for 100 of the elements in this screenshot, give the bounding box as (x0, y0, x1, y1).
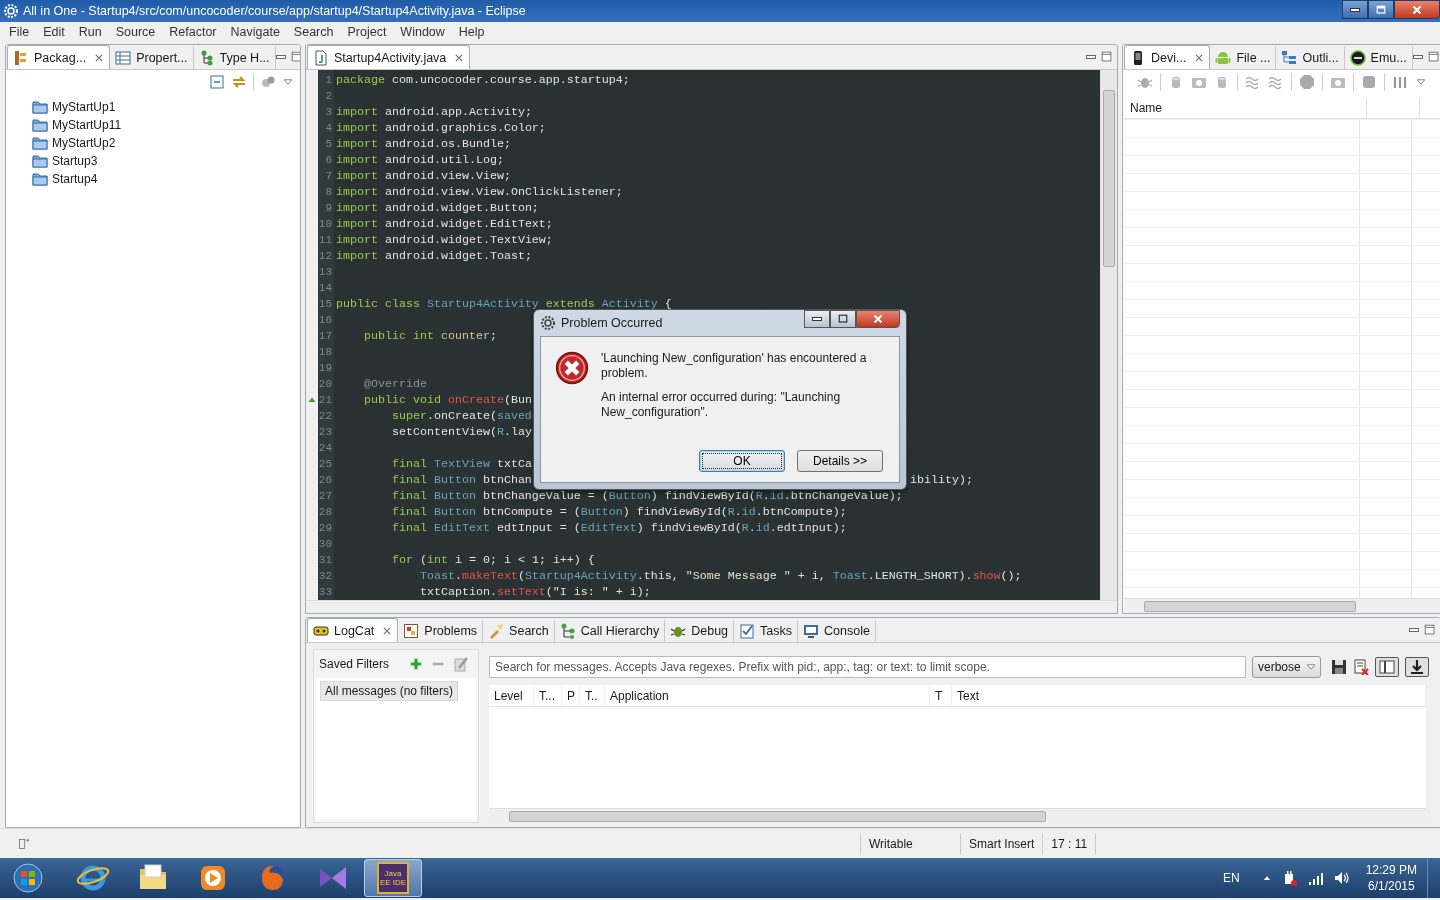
problems-icon (403, 623, 420, 639)
dropdown-icon[interactable] (1415, 76, 1427, 88)
clock[interactable]: 12:29 PM 6/1/2015 (1365, 862, 1417, 894)
dialog-button[interactable]: Details >> (797, 450, 883, 472)
folder-icon (32, 153, 48, 169)
menu-item[interactable]: Navigate (223, 25, 287, 39)
caret-icon (1305, 661, 1317, 673)
maximize-button[interactable] (1368, 0, 1394, 19)
vertical-scrollbar[interactable] (1100, 70, 1117, 600)
maximize-button[interactable] (830, 310, 856, 328)
code-line: public class Startup4Activity extends Activity { (336, 297, 672, 311)
save-icon[interactable] (1331, 659, 1347, 675)
collapse-all-icon[interactable] (209, 74, 225, 90)
minimize-button[interactable] (1342, 0, 1368, 19)
filters-title: Saved Filters (319, 657, 390, 671)
dots-icon[interactable] (260, 74, 276, 90)
column-header[interactable]: P (562, 685, 580, 706)
code-line: import android.view.View.OnClickListener; (336, 185, 623, 199)
line-number: 17 (318, 329, 333, 344)
status-field: Smart Insert (961, 832, 1044, 855)
error-detail: An internal error occurred during: "Launching New_configuration". (601, 390, 842, 420)
line-number: 30 (318, 537, 333, 552)
line-number: 22 (318, 409, 333, 424)
tree-item[interactable]: MyStartUp2 (52, 136, 116, 150)
tree-item[interactable]: Startup4 (52, 172, 98, 186)
column-header[interactable]: Level (489, 685, 534, 706)
search-field[interactable]: Search for messages. Accepts Java regexes. Prefix with pid:, app:, tag: or text: to limit scope. (489, 656, 1246, 678)
status-field: 17 : 11 (1043, 832, 1097, 855)
panel-tab[interactable]: Devi... (1124, 45, 1211, 69)
block-icon[interactable] (1361, 74, 1377, 90)
code-line: txtCaption.setText("I is: " + i); (418, 585, 651, 599)
code-line: import android.widget.Toast; (336, 249, 532, 263)
line-number: 9 (324, 201, 333, 216)
wave-icon[interactable] (1245, 74, 1261, 90)
line-number: 14 (318, 281, 333, 296)
maximize-icon (837, 313, 849, 325)
column-header[interactable]: Application (605, 685, 930, 706)
dialog-button[interactable]: OK (699, 450, 785, 472)
maximize-icon[interactable] (1100, 50, 1114, 64)
menu-item[interactable]: Refactor (162, 25, 224, 39)
error-icon (555, 351, 589, 385)
hierarchy-icon (559, 623, 576, 639)
column-header[interactable]: T.. (580, 685, 605, 706)
close-button[interactable] (856, 310, 900, 328)
editor-tab[interactable]: Startup4Activity.java (307, 45, 471, 69)
add-icon[interactable] (409, 657, 424, 671)
toggle-panes-button[interactable] (1375, 657, 1399, 677)
column-header[interactable]: T... (534, 685, 562, 706)
menu-item[interactable]: Window (393, 25, 452, 39)
menu-item[interactable]: Search (286, 25, 341, 39)
tree-item[interactable]: MyStartUp1 (52, 100, 116, 114)
maximize-icon[interactable] (289, 50, 300, 64)
view-menu-icon[interactable] (282, 76, 294, 88)
column-header[interactable]: T (930, 685, 952, 706)
gear-icon (540, 315, 556, 331)
level-dropdown[interactable]: verbose (1252, 656, 1321, 678)
close-icon[interactable] (1194, 52, 1205, 63)
stop-icon[interactable] (1299, 74, 1315, 90)
maximize-icon[interactable] (1422, 623, 1437, 637)
maximize-icon[interactable] (1426, 50, 1440, 64)
horizontal-scrollbar[interactable] (1124, 598, 1440, 613)
scroll-lock-button[interactable] (1405, 657, 1429, 677)
column-header[interactable]: Text (952, 685, 1426, 706)
quick-access-icon[interactable] (18, 837, 30, 850)
column-header[interactable]: Name (1124, 98, 1367, 118)
line-number: 11 (318, 233, 333, 248)
signal-icon[interactable] (1307, 870, 1324, 886)
bars-icon[interactable] (1392, 74, 1408, 90)
panel-tab[interactable]: LogCat (307, 618, 399, 642)
line-number: 18 (318, 345, 333, 360)
taskbar-app[interactable]: Java EE IDE (364, 859, 422, 897)
line-number: 15 (318, 297, 333, 312)
menu-item[interactable]: Run (71, 25, 109, 39)
panel-tab[interactable]: Packag... (7, 45, 111, 69)
wave-icon[interactable] (1268, 74, 1284, 90)
close-button[interactable] (1394, 0, 1440, 19)
minimize-button[interactable] (804, 310, 830, 328)
menu-item[interactable]: Help (451, 25, 492, 39)
tree-item[interactable]: Startup3 (52, 154, 98, 168)
close-icon[interactable] (94, 52, 105, 63)
menu-item[interactable]: File (2, 25, 37, 39)
filter-item[interactable]: All messages (no filters) (320, 681, 459, 701)
edit-icon[interactable] (453, 656, 470, 672)
line-number: 29 (318, 521, 333, 536)
language-indicator[interactable]: EN (1222, 871, 1240, 885)
menu-item[interactable]: Edit (36, 25, 72, 39)
close-icon[interactable] (382, 625, 393, 636)
menu-item[interactable]: Source (108, 25, 163, 39)
menu-item[interactable]: Project (340, 25, 394, 39)
line-number: 2 (324, 89, 333, 104)
close-icon[interactable] (454, 52, 465, 63)
status-field: Writable (861, 832, 961, 855)
link-icon[interactable] (231, 74, 247, 90)
dialog-title: Problem Occurred (561, 316, 663, 330)
speaker-icon[interactable] (1333, 870, 1350, 886)
tree-item[interactable]: MyStartUp11 (52, 118, 122, 132)
console-icon (803, 623, 819, 639)
clear-log-icon[interactable] (1353, 659, 1369, 675)
flashlight-icon (488, 623, 505, 639)
code-line: package com.uncocoder.course.app.startup4; (336, 73, 630, 87)
